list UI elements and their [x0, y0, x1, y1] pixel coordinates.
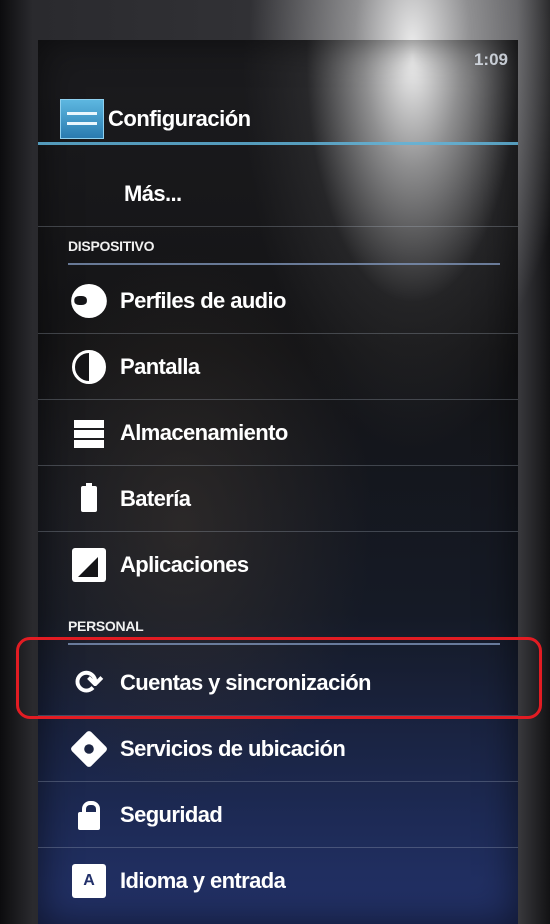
settings-item-language[interactable]: A Idioma y entrada	[38, 848, 518, 914]
lock-icon	[72, 798, 106, 832]
settings-item-label: Servicios de ubicación	[120, 735, 346, 761]
section-header-personal: PERSONAL	[68, 618, 144, 634]
battery-icon	[72, 482, 106, 516]
settings-item-label: Idioma y entrada	[120, 868, 286, 893]
settings-item-label: Perfiles de audio	[120, 287, 286, 313]
settings-item-label: Batería	[120, 485, 191, 511]
section-header-device: DISPOSITIVO	[68, 238, 155, 254]
settings-item-battery[interactable]: Batería	[38, 466, 518, 532]
settings-item-label: Almacenamiento	[120, 419, 288, 445]
settings-item-label: Seguridad	[120, 801, 223, 827]
settings-item-security[interactable]: Seguridad	[38, 782, 518, 848]
settings-item-more[interactable]: Más...	[38, 161, 518, 227]
settings-item-audio-profiles[interactable]: Perfiles de audio	[38, 268, 518, 334]
status-time: 1:09	[473, 50, 508, 69]
settings-item-label: Más...	[124, 180, 182, 206]
storage-icon	[72, 416, 106, 450]
settings-item-label: Pantalla	[120, 353, 200, 379]
settings-item-location[interactable]: Servicios de ubicación	[38, 716, 518, 782]
keyboard-icon: A	[72, 864, 106, 898]
settings-item-display[interactable]: Pantalla	[38, 334, 518, 400]
highlight-annotation	[16, 637, 542, 719]
speaker-icon	[71, 283, 107, 318]
phone-screen: 1:09 Configuración Más... DISPOSITIVO Pe…	[38, 40, 518, 924]
action-bar: Configuración	[60, 94, 518, 144]
brightness-icon	[72, 349, 106, 384]
settings-item-label: Aplicaciones	[120, 552, 249, 577]
settings-icon[interactable]	[60, 99, 104, 139]
settings-item-apps[interactable]: Aplicaciones	[38, 532, 518, 598]
section-divider	[68, 263, 500, 265]
location-icon	[69, 729, 109, 768]
action-bar-divider	[38, 142, 518, 145]
settings-item-storage[interactable]: Almacenamiento	[38, 400, 518, 466]
page-title: Configuración	[108, 106, 251, 131]
apps-icon	[72, 548, 106, 582]
